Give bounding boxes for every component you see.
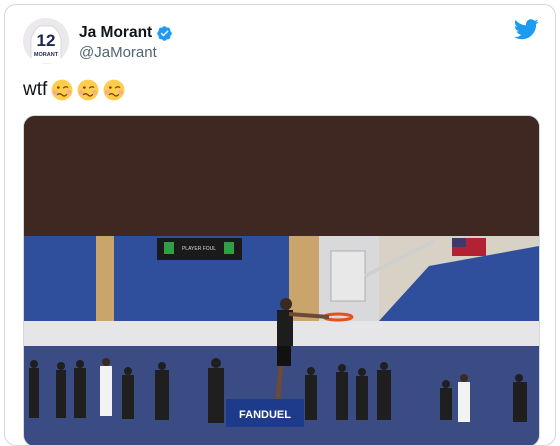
tweet-text-content: wtf bbox=[23, 79, 48, 100]
woozy-face-icon bbox=[103, 79, 125, 101]
sponsor-banner-text: FANDUEL bbox=[239, 409, 291, 421]
author-display-name[interactable]: Ja Morant bbox=[79, 24, 152, 42]
tweet-text: wtf bbox=[23, 79, 125, 101]
jersey-avatar-image: 12 MORANT bbox=[23, 18, 69, 64]
jersey-name: MORANT bbox=[34, 52, 59, 58]
author-name-row[interactable]: Ja Morant bbox=[79, 24, 173, 42]
tweet-card[interactable]: 12 MORANT Ja Morant @JaMorant wtf PLAYER… bbox=[4, 4, 556, 446]
scoreboard-text: PLAYER FOUL bbox=[182, 246, 216, 252]
twitter-bird-icon[interactable] bbox=[514, 19, 539, 40]
author-avatar[interactable]: 12 MORANT bbox=[23, 18, 69, 64]
woozy-face-icon bbox=[77, 79, 99, 101]
verified-badge-icon bbox=[157, 25, 172, 41]
woozy-face-icon bbox=[51, 79, 73, 101]
video-frame: PLAYER FOUL FANDUEL bbox=[24, 116, 539, 445]
jersey-number: 12 bbox=[37, 31, 56, 50]
tweet-video[interactable]: PLAYER FOUL FANDUEL bbox=[23, 115, 540, 445]
author-handle[interactable]: @JaMorant bbox=[79, 44, 157, 61]
